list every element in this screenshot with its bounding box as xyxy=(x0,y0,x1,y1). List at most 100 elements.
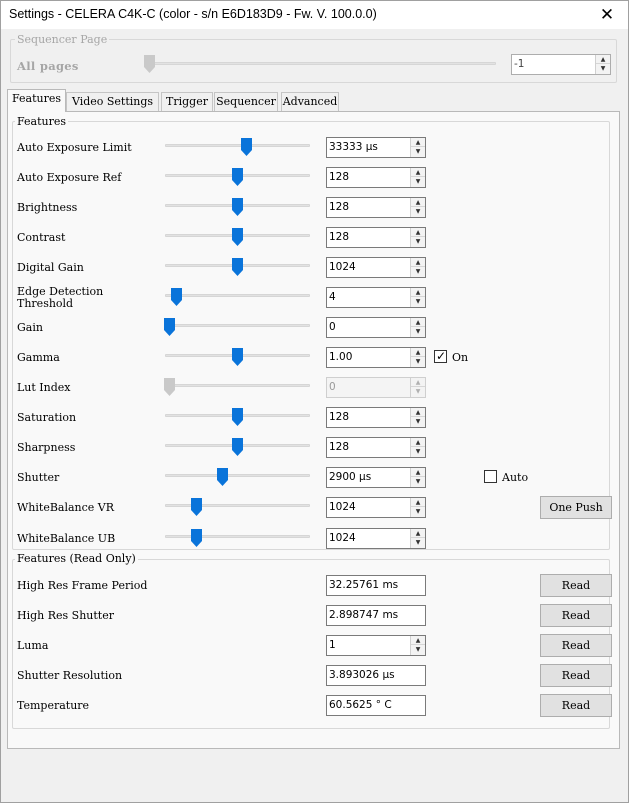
sequencer-slider-thumb[interactable] xyxy=(144,55,155,73)
spinbox-saturation[interactable]: 128 ▲ ▼ xyxy=(326,407,426,428)
spinbox-lut-index[interactable]: 0 ▲ ▼ xyxy=(326,377,426,398)
slider-track-whitebalance-vr[interactable] xyxy=(165,504,310,507)
spin-arrows[interactable]: ▲ ▼ xyxy=(410,288,425,307)
sequencer-page-spinbox[interactable]: -1 ▲ ▼ xyxy=(511,54,611,75)
slider-thumb-edge-detection-threshold[interactable] xyxy=(171,288,182,306)
spin-down-icon[interactable]: ▼ xyxy=(411,177,425,186)
spin-arrows[interactable]: ▲ ▼ xyxy=(410,498,425,517)
spinbox-digital-gain[interactable]: 1024 ▲ ▼ xyxy=(326,257,426,278)
spin-up-icon[interactable]: ▲ xyxy=(596,55,610,64)
slider-thumb-contrast[interactable] xyxy=(232,228,243,246)
one-push-button[interactable]: One Push xyxy=(540,496,612,519)
slider-track-whitebalance-ub[interactable] xyxy=(165,535,310,538)
read-button-luma[interactable]: Read xyxy=(540,634,612,657)
tab-features[interactable]: Features xyxy=(7,89,66,112)
spin-up-icon[interactable]: ▲ xyxy=(411,378,425,387)
slider-track-gain[interactable] xyxy=(165,324,310,327)
spinbox-luma[interactable]: 1 ▲ ▼ xyxy=(326,635,426,656)
spin-down-icon[interactable]: ▼ xyxy=(411,507,425,516)
read-button-shutter-resolution[interactable]: Read xyxy=(540,664,612,687)
spin-arrows[interactable]: ▲ ▼ xyxy=(410,348,425,367)
spin-down-icon[interactable]: ▼ xyxy=(411,207,425,216)
spin-down-icon[interactable]: ▼ xyxy=(411,387,425,396)
spin-down-icon[interactable]: ▼ xyxy=(411,147,425,156)
slider-thumb-brightness[interactable] xyxy=(232,198,243,216)
spinbox-whitebalance-ub[interactable]: 1024 ▲ ▼ xyxy=(326,528,426,549)
spin-up-icon[interactable]: ▲ xyxy=(411,228,425,237)
shutter-auto-checkbox[interactable] xyxy=(484,470,497,483)
spin-down-icon[interactable]: ▼ xyxy=(411,538,425,547)
spin-up-icon[interactable]: ▲ xyxy=(411,529,425,538)
spin-down-icon[interactable]: ▼ xyxy=(411,237,425,246)
spinbox-brightness[interactable]: 128 ▲ ▼ xyxy=(326,197,426,218)
spin-up-icon[interactable]: ▲ xyxy=(411,318,425,327)
spin-down-icon[interactable]: ▼ xyxy=(411,267,425,276)
spin-arrows[interactable]: ▲ ▼ xyxy=(410,378,425,397)
spin-arrows[interactable]: ▲ ▼ xyxy=(410,138,425,157)
spin-arrows[interactable]: ▲ ▼ xyxy=(410,258,425,277)
slider-thumb-shutter[interactable] xyxy=(217,468,228,486)
slider-thumb-whitebalance-vr[interactable] xyxy=(191,498,202,516)
spin-up-icon[interactable]: ▲ xyxy=(411,288,425,297)
spin-arrows[interactable]: ▲ ▼ xyxy=(410,529,425,548)
spinbox-gain[interactable]: 0 ▲ ▼ xyxy=(326,317,426,338)
spinbox-edge-detection-threshold[interactable]: 4 ▲ ▼ xyxy=(326,287,426,308)
spin-down-icon[interactable]: ▼ xyxy=(411,297,425,306)
spin-up-icon[interactable]: ▲ xyxy=(411,408,425,417)
readonly-field-high-res-shutter[interactable]: 2.898747 ms xyxy=(326,605,426,626)
slider-track-auto-exposure-limit[interactable] xyxy=(165,144,310,147)
spin-arrows[interactable]: ▲ ▼ xyxy=(410,318,425,337)
tab-trigger[interactable]: Trigger xyxy=(161,92,213,111)
spin-arrows[interactable]: ▲ ▼ xyxy=(410,468,425,487)
slider-thumb-digital-gain[interactable] xyxy=(232,258,243,276)
slider-track-shutter[interactable] xyxy=(165,474,310,477)
spinbox-contrast[interactable]: 128 ▲ ▼ xyxy=(326,227,426,248)
spin-up-icon[interactable]: ▲ xyxy=(411,636,425,645)
title-bar[interactable]: Settings - CELERA C4K-C (color - s/n E6D… xyxy=(1,1,628,29)
spinbox-shutter[interactable]: 2900 µs ▲ ▼ xyxy=(326,467,426,488)
close-icon[interactable]: ✕ xyxy=(590,2,624,28)
spin-up-icon[interactable]: ▲ xyxy=(411,348,425,357)
read-button-temperature[interactable]: Read xyxy=(540,694,612,717)
read-button-high-res-frame-period[interactable]: Read xyxy=(540,574,612,597)
readonly-field-high-res-frame-period[interactable]: 32.25761 ms xyxy=(326,575,426,596)
spin-arrows[interactable]: ▲ ▼ xyxy=(410,228,425,247)
slider-thumb-sharpness[interactable] xyxy=(232,438,243,456)
spin-down-icon[interactable]: ▼ xyxy=(411,477,425,486)
spinbox-whitebalance-vr[interactable]: 1024 ▲ ▼ xyxy=(326,497,426,518)
slider-thumb-whitebalance-ub[interactable] xyxy=(191,529,202,547)
readonly-field-temperature[interactable]: 60.5625 ° C xyxy=(326,695,426,716)
spin-down-icon[interactable]: ▼ xyxy=(411,327,425,336)
spin-up-icon[interactable]: ▲ xyxy=(411,198,425,207)
read-button-high-res-shutter[interactable]: Read xyxy=(540,604,612,627)
gamma-on-checkbox[interactable]: ✓ xyxy=(434,349,447,363)
slider-thumb-auto-exposure-ref[interactable] xyxy=(232,168,243,186)
slider-thumb-gamma[interactable] xyxy=(232,348,243,366)
spin-up-icon[interactable]: ▲ xyxy=(411,138,425,147)
spin-down-icon[interactable]: ▼ xyxy=(411,357,425,366)
tab-advanced[interactable]: Advanced xyxy=(281,92,339,111)
spin-arrows[interactable]: ▲ ▼ xyxy=(410,408,425,427)
spin-arrows[interactable]: ▲ ▼ xyxy=(410,198,425,217)
spin-up-icon[interactable]: ▲ xyxy=(411,258,425,267)
spin-down-icon[interactable]: ▼ xyxy=(596,64,610,73)
spin-arrows[interactable]: ▲ ▼ xyxy=(410,168,425,187)
spin-up-icon[interactable]: ▲ xyxy=(411,438,425,447)
slider-thumb-saturation[interactable] xyxy=(232,408,243,426)
spinbox-gamma[interactable]: 1.00 ▲ ▼ xyxy=(326,347,426,368)
spin-down-icon[interactable]: ▼ xyxy=(411,645,425,654)
spinbox-sharpness[interactable]: 128 ▲ ▼ xyxy=(326,437,426,458)
spinbox-auto-exposure-limit[interactable]: 33333 µs ▲ ▼ xyxy=(326,137,426,158)
sequencer-slider-track[interactable] xyxy=(146,62,496,65)
slider-thumb-auto-exposure-limit[interactable] xyxy=(241,138,252,156)
tab-sequencer[interactable]: Sequencer xyxy=(214,92,278,111)
spinbox-auto-exposure-ref[interactable]: 128 ▲ ▼ xyxy=(326,167,426,188)
slider-track-edge-detection-threshold[interactable] xyxy=(165,294,310,297)
spin-up-icon[interactable]: ▲ xyxy=(411,468,425,477)
spin-down-icon[interactable]: ▼ xyxy=(411,447,425,456)
spin-arrows[interactable]: ▲ ▼ xyxy=(410,636,425,655)
readonly-field-shutter-resolution[interactable]: 3.893026 µs xyxy=(326,665,426,686)
spin-down-icon[interactable]: ▼ xyxy=(411,417,425,426)
spin-up-icon[interactable]: ▲ xyxy=(411,498,425,507)
slider-thumb-gain[interactable] xyxy=(164,318,175,336)
